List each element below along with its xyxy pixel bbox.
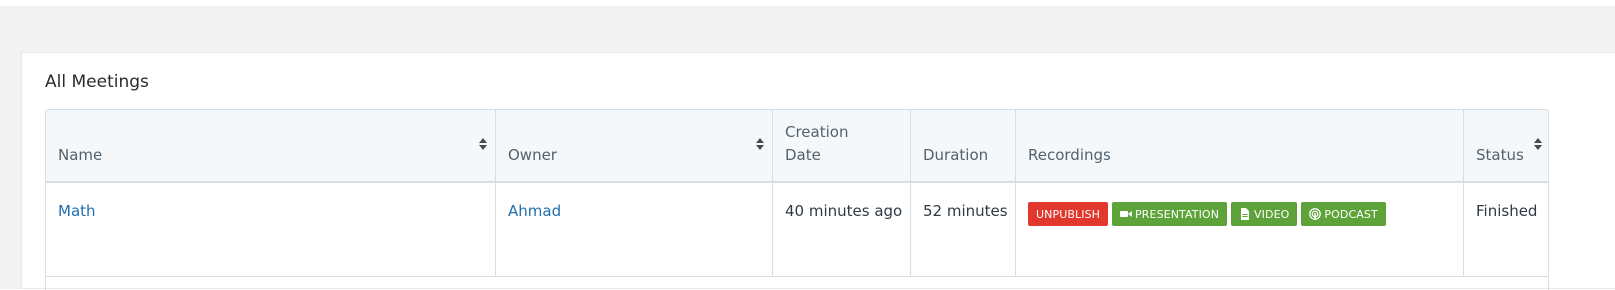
- presentation-button[interactable]: PRESENTATION: [1112, 202, 1228, 226]
- sort-icon[interactable]: [479, 138, 487, 152]
- unpublish-button[interactable]: UNPUBLISH: [1028, 202, 1109, 226]
- cell-duration: 52 minutes: [911, 183, 1016, 276]
- meeting-name-link[interactable]: Math: [58, 202, 96, 220]
- column-header-status[interactable]: Status: [1464, 110, 1548, 181]
- column-header-creation-date: Creation Date: [773, 110, 911, 181]
- card-title: All Meetings: [45, 72, 149, 92]
- table-row: Math Ahmad 40 minutes ago 52 minutes UNP…: [46, 183, 1548, 277]
- video-camera-icon: [1120, 208, 1133, 220]
- table-header-row: Name Owner Creation Date Duration Record…: [46, 110, 1548, 183]
- owner-link[interactable]: Ahmad: [508, 202, 561, 220]
- meetings-card: All Meetings Name Owner Creation Date Du…: [21, 52, 1615, 290]
- column-header-owner[interactable]: Owner: [496, 110, 773, 181]
- sort-icon[interactable]: [1534, 138, 1542, 152]
- unpublish-label: UNPUBLISH: [1036, 207, 1101, 221]
- creation-date-text: 40 minutes ago: [785, 202, 903, 220]
- podcast-button[interactable]: PODCAST: [1301, 202, 1386, 226]
- cell-owner: Ahmad: [496, 183, 773, 276]
- podcast-icon: [1309, 208, 1322, 220]
- column-header-label: Status: [1476, 146, 1524, 164]
- meetings-table: Name Owner Creation Date Duration Record…: [45, 109, 1549, 290]
- column-header-name[interactable]: Name: [46, 110, 496, 181]
- status-text: Finished: [1476, 202, 1538, 220]
- sort-icon[interactable]: [756, 138, 764, 152]
- column-header-label: Duration: [923, 146, 989, 164]
- column-header-label: Creation Date: [785, 123, 849, 164]
- file-icon: [1239, 208, 1251, 220]
- recording-buttons: UNPUBLISH PRESENTATION VIDEO PODCAST: [1028, 202, 1386, 226]
- cell-creation-date: 40 minutes ago: [773, 183, 911, 276]
- cell-recordings: UNPUBLISH PRESENTATION VIDEO PODCAST: [1016, 183, 1464, 276]
- column-header-label: Name: [58, 146, 103, 164]
- duration-text: 52 minutes: [923, 202, 1008, 220]
- column-header-recordings: Recordings: [1016, 110, 1464, 181]
- column-header-label: Owner: [508, 146, 557, 164]
- presentation-label: PRESENTATION: [1135, 207, 1220, 221]
- video-label: VIDEO: [1254, 207, 1290, 221]
- column-header-label: Recordings: [1028, 146, 1111, 164]
- column-header-duration: Duration: [911, 110, 1016, 181]
- podcast-label: PODCAST: [1324, 207, 1378, 221]
- cell-name: Math: [46, 183, 496, 276]
- video-button[interactable]: VIDEO: [1231, 202, 1298, 226]
- cell-status: Finished: [1464, 183, 1548, 276]
